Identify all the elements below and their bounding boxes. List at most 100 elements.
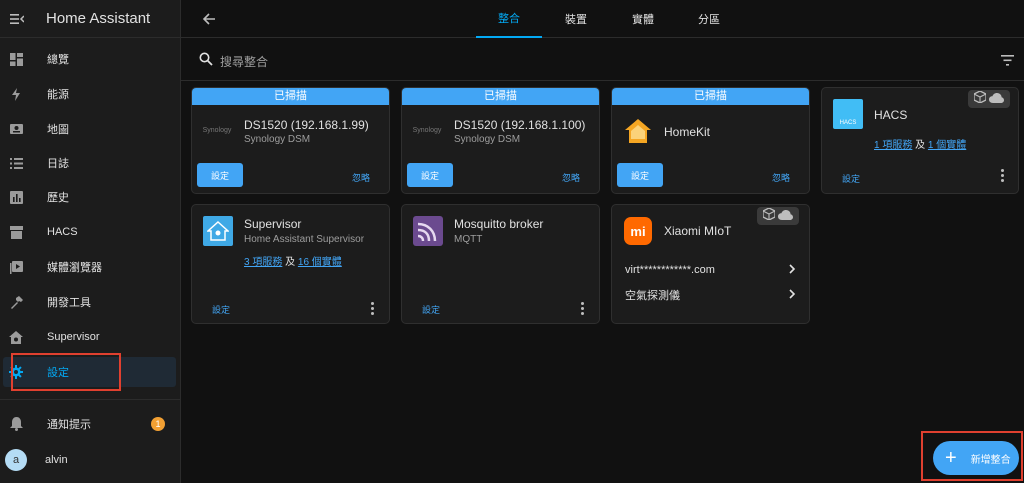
sidebar-item-map[interactable]: 地圖: [0, 114, 180, 144]
sidebar-item-energy[interactable]: 能源: [0, 79, 180, 109]
integration-card-homekit: 已掃描 HomeKit 設定 忽略: [611, 87, 810, 194]
sidebar-item-label: 媒體瀏覽器: [47, 262, 102, 274]
entities-link[interactable]: 1 個實體: [928, 140, 966, 151]
sidebar-item-notifications[interactable]: 通知提示 1: [0, 409, 180, 439]
tab-devices[interactable]: 裝置: [543, 0, 609, 38]
overflow-menu-icon[interactable]: [581, 302, 585, 317]
search-bar[interactable]: 搜尋整合: [181, 39, 1024, 81]
chevron-right-icon: [788, 263, 796, 277]
sidebar-item-developer-tools[interactable]: 開發工具: [0, 287, 180, 317]
filter-icon[interactable]: [1001, 53, 1014, 71]
mosquitto-logo: [413, 216, 443, 246]
card-title: DS1520 (192.168.1.100): [454, 118, 586, 132]
configure-button[interactable]: 設定: [842, 172, 860, 185]
sidebar: Home Assistant 總覽 能源 地圖 日誌 歷史 HACS 媒體瀏覽器…: [0, 0, 181, 483]
tab-areas[interactable]: 分區: [676, 0, 742, 38]
overflow-menu-icon[interactable]: [371, 302, 375, 317]
cloud-icon: [989, 90, 1005, 108]
supervisor-icon: [9, 330, 23, 344]
tab-entities[interactable]: 實體: [610, 0, 676, 38]
integration-card-hacs: HACS HACS 1 項服務 及 1 個實體 設定: [821, 87, 1019, 194]
sidebar-item-supervisor[interactable]: Supervisor: [0, 322, 180, 352]
entities-link[interactable]: 16 個實體: [298, 257, 342, 268]
card-links: 1 項服務 及 1 個實體: [874, 140, 967, 151]
card-title: Xiaomi MIoT: [664, 224, 732, 238]
xiaomi-logo: mi: [624, 217, 652, 245]
integration-card-mosquitto: Mosquitto broker MQTT 設定: [401, 204, 600, 324]
ignore-button[interactable]: 忽略: [562, 171, 580, 184]
notification-count-badge: 1: [151, 417, 165, 431]
integration-card-ds1520-99: 已掃描 Synology DS1520 (192.168.1.99) Synol…: [191, 87, 390, 194]
card-title: Mosquitto broker: [454, 217, 544, 231]
sidebar-item-history[interactable]: 歷史: [0, 182, 180, 212]
card-subtitle: Synology DSM: [454, 134, 521, 145]
card-subtitle: Synology DSM: [244, 134, 311, 145]
lightning-icon: [9, 87, 23, 101]
chevron-right-icon: [788, 288, 796, 302]
configure-button[interactable]: 設定: [422, 303, 440, 316]
package-icon: [762, 207, 776, 225]
integration-card-ds1520-100: 已掃描 Synology DS1520 (192.168.1.100) Syno…: [401, 87, 600, 194]
ignore-button[interactable]: 忽略: [772, 171, 790, 184]
config-entry-label: 空氣探測儀: [625, 290, 680, 302]
config-entry-row[interactable]: virt************.com: [625, 259, 796, 281]
configure-button[interactable]: 設定: [617, 163, 663, 187]
homekit-icon: [623, 116, 653, 146]
card-links: 3 項服務 及 16 個實體: [244, 257, 342, 268]
services-link[interactable]: 3 項服務: [244, 257, 282, 268]
package-icon: [973, 90, 987, 108]
card-title: Supervisor: [244, 217, 302, 231]
sidebar-item-label: Supervisor: [47, 331, 100, 343]
hacs-logo: HACS: [833, 99, 863, 129]
discovered-banner: 已掃描: [402, 88, 599, 105]
synology-logo: Synology: [202, 126, 232, 134]
config-entry-label: virt************.com: [625, 264, 715, 276]
sidebar-item-label: 通知提示: [47, 419, 91, 431]
logbook-icon: [9, 156, 23, 170]
supervisor-logo: [203, 216, 233, 246]
history-icon: [9, 190, 23, 204]
hammer-icon: [9, 295, 23, 309]
sidebar-item-label: 能源: [47, 89, 69, 101]
app-title: Home Assistant: [46, 10, 151, 27]
services-link[interactable]: 1 項服務: [874, 140, 912, 151]
tab-integrations[interactable]: 整合: [476, 0, 542, 38]
card-title: DS1520 (192.168.1.99): [244, 118, 369, 132]
search-input[interactable]: 搜尋整合: [220, 53, 268, 70]
config-entry-row[interactable]: 空氣探測儀: [625, 284, 796, 306]
configure-button[interactable]: 設定: [407, 163, 453, 187]
configure-button[interactable]: 設定: [212, 303, 230, 316]
sidebar-item-label: 日誌: [47, 158, 69, 170]
top-bar: 整合 裝置 實體 分區: [181, 0, 1024, 38]
hacs-icon: [9, 225, 23, 239]
integration-card-supervisor: Supervisor Home Assistant Supervisor 3 項…: [191, 204, 390, 324]
sidebar-item-hacs[interactable]: HACS: [0, 217, 180, 247]
sidebar-item-media-browser[interactable]: 媒體瀏覽器: [0, 252, 180, 282]
discovered-banner: 已掃描: [192, 88, 389, 105]
ignore-button[interactable]: 忽略: [352, 171, 370, 184]
search-icon: [199, 52, 213, 71]
bell-icon: [9, 417, 23, 431]
back-arrow-icon[interactable]: [201, 11, 217, 27]
menu-toggle-icon[interactable]: [10, 12, 25, 26]
sidebar-item-label: 地圖: [47, 124, 69, 136]
sidebar-item-label: 開發工具: [47, 297, 91, 309]
integration-card-xiaomi-miot: mi Xiaomi MIoT virt************.com 空氣探測…: [611, 204, 810, 324]
dashboard-icon: [9, 52, 23, 66]
discovered-banner: 已掃描: [612, 88, 809, 105]
highlight-box-settings: [11, 353, 121, 391]
sidebar-item-label: HACS: [47, 226, 78, 238]
overflow-menu-icon[interactable]: [1001, 169, 1005, 184]
configure-button[interactable]: 設定: [197, 163, 243, 187]
sidebar-item-logbook[interactable]: 日誌: [0, 148, 180, 178]
sidebar-item-user[interactable]: a alvin: [0, 445, 180, 475]
sidebar-item-label: 總覽: [47, 54, 69, 66]
cloud-icon: [778, 207, 794, 225]
synology-logo: Synology: [412, 126, 442, 134]
media-icon: [9, 260, 23, 274]
sidebar-header: Home Assistant: [0, 0, 180, 38]
card-title: HACS: [874, 108, 908, 122]
avatar: a: [5, 449, 27, 471]
highlight-box-add-integration: [921, 431, 1023, 481]
sidebar-item-overview[interactable]: 總覽: [0, 44, 180, 74]
